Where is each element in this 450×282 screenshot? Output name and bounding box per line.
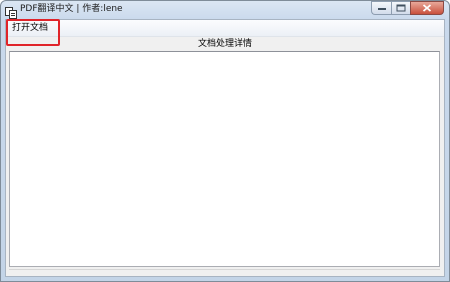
close-button[interactable]	[410, 1, 444, 15]
minimize-button[interactable]	[371, 1, 391, 15]
client-area: 打开文档 文档处理详情	[5, 19, 445, 277]
open-document-menu[interactable]: 打开文档	[12, 22, 48, 34]
section-label: 文档处理详情	[197, 39, 252, 49]
maximize-icon	[396, 4, 406, 12]
status-bar	[9, 269, 440, 274]
pdf-app-icon	[5, 4, 17, 19]
caption-buttons	[371, 1, 444, 16]
application-window: PDF翻译中文 | 作者:lene 打开文档 文档处理详情	[0, 0, 450, 282]
maximize-button[interactable]	[391, 1, 410, 15]
menu-bar: 打开文档	[6, 20, 444, 37]
details-textarea[interactable]	[9, 51, 440, 267]
close-icon	[422, 4, 432, 12]
title-bar[interactable]: PDF翻译中文 | 作者:lene	[1, 1, 449, 19]
window-title: PDF翻译中文 | 作者:lene	[20, 4, 123, 14]
minimize-icon	[377, 8, 386, 10]
